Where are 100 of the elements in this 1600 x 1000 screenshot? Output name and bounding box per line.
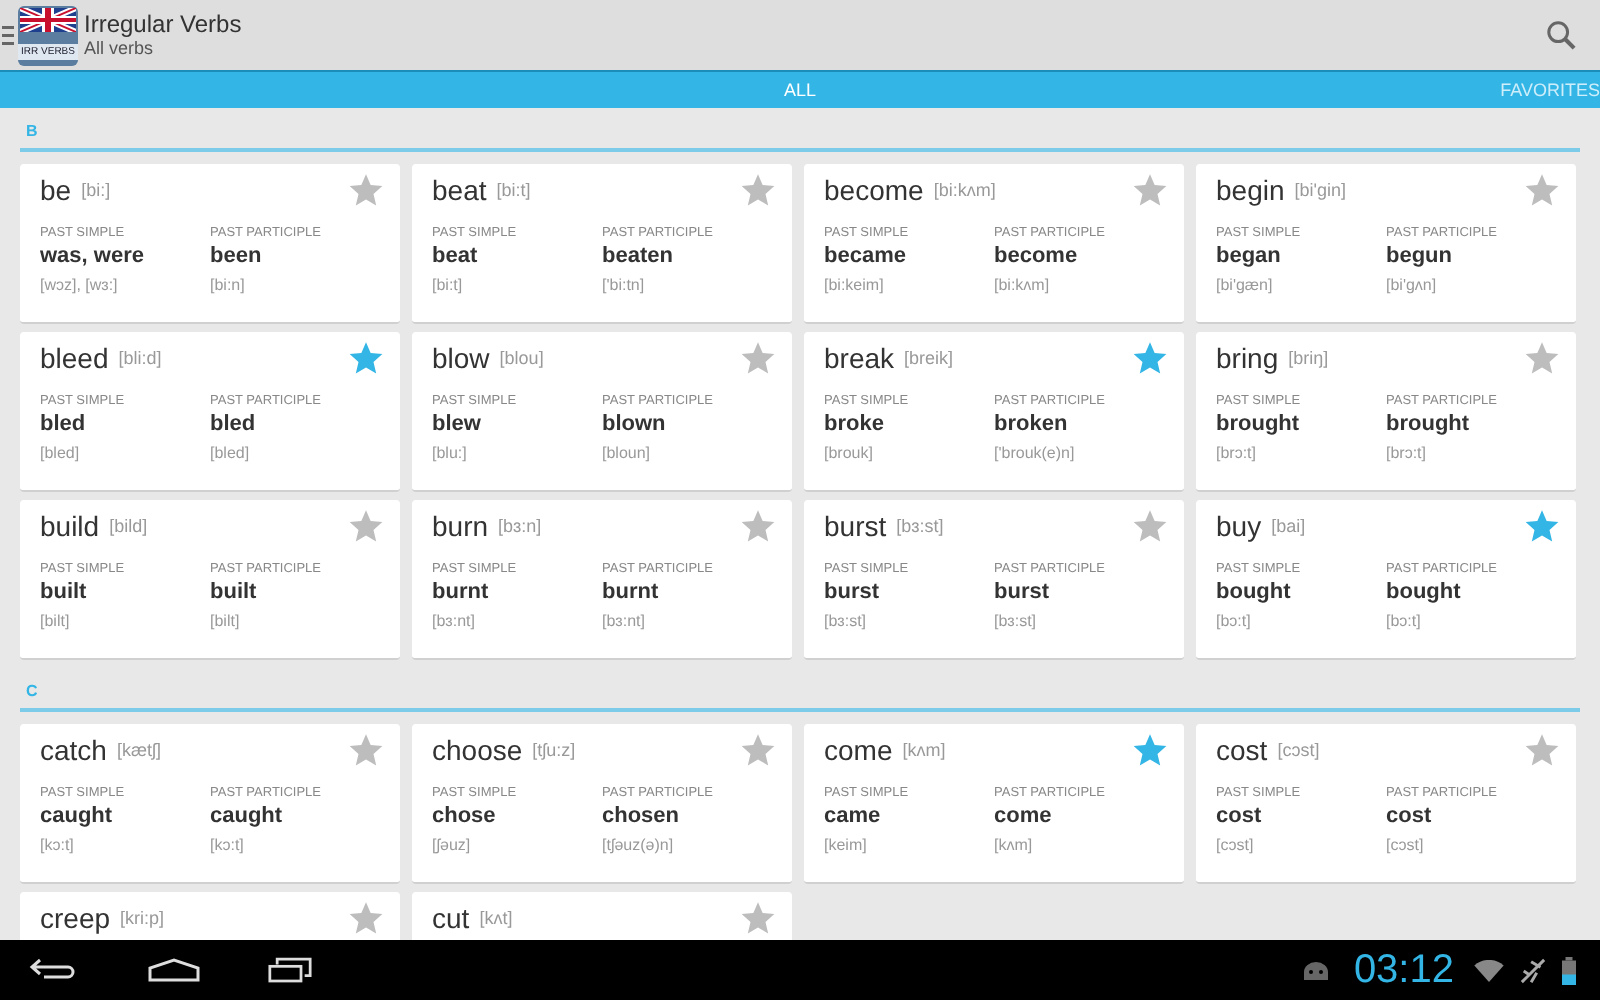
past-simple: burnt bbox=[432, 578, 491, 608]
past-participle: brought bbox=[1386, 410, 1472, 440]
verb-card[interactable]: creep [kri:p] bbox=[20, 892, 400, 940]
verb-phonetic: [bi:kʌm] bbox=[933, 180, 996, 200]
verb-word: choose bbox=[432, 734, 523, 766]
past-participle-phonetic: [bi:n] bbox=[210, 274, 247, 298]
past-participle-phonetic: [bilt] bbox=[210, 610, 242, 634]
star-icon[interactable] bbox=[1524, 172, 1560, 208]
past-participle-phonetic: [cɔst] bbox=[1386, 834, 1426, 858]
verb-phonetic: [bai] bbox=[1271, 516, 1306, 536]
verb-phonetic: [bɜ:n] bbox=[498, 516, 542, 536]
search-icon[interactable] bbox=[1546, 20, 1576, 50]
star-icon[interactable] bbox=[348, 508, 384, 544]
past-participle-phonetic: [bi'gʌn] bbox=[1386, 274, 1439, 298]
star-icon[interactable] bbox=[740, 900, 776, 936]
verb-word: cost bbox=[1216, 734, 1268, 766]
verb-word: catch bbox=[40, 734, 107, 766]
past-participle: chosen bbox=[602, 802, 682, 832]
verb-word: become bbox=[824, 174, 924, 206]
past-participle-phonetic: [bɔ:t] bbox=[1386, 610, 1423, 634]
past-participle: cost bbox=[1386, 802, 1434, 832]
recent-apps-icon[interactable] bbox=[268, 956, 312, 984]
star-icon[interactable] bbox=[348, 340, 384, 376]
verb-word: blow bbox=[432, 342, 490, 374]
back-icon[interactable] bbox=[28, 958, 76, 982]
verb-phonetic: [kʌt] bbox=[479, 908, 513, 928]
verb-card[interactable]: cut [kʌt] bbox=[412, 892, 792, 940]
verb-word: be bbox=[40, 174, 72, 206]
past-participle-phonetic: [bi:kʌm] bbox=[994, 274, 1052, 298]
past-participle-phonetic: [bled] bbox=[210, 442, 252, 466]
past-participle-phonetic: ['bi:tn] bbox=[602, 274, 647, 298]
past-simple-phonetic: [cɔst] bbox=[1216, 834, 1256, 858]
verb-word: break bbox=[824, 342, 895, 374]
verb-phonetic: [breik] bbox=[904, 348, 954, 368]
past-simple-phonetic: [bi:t] bbox=[432, 274, 465, 298]
past-simple: bought bbox=[1216, 578, 1293, 608]
menu-icon[interactable] bbox=[2, 25, 14, 45]
wifi-icon bbox=[1474, 959, 1504, 981]
verb-word: begin bbox=[1216, 174, 1285, 206]
star-icon[interactable] bbox=[740, 732, 776, 768]
past-simple-phonetic: [bi:keim] bbox=[824, 274, 886, 298]
verb-word: bring bbox=[1216, 342, 1279, 374]
past-simple-phonetic: [bilt] bbox=[40, 610, 72, 634]
past-participle-phonetic: [bɜ:nt] bbox=[602, 610, 647, 634]
star-icon[interactable] bbox=[1132, 508, 1168, 544]
past-participle-phonetic: [kʌm] bbox=[994, 834, 1035, 858]
star-icon[interactable] bbox=[1524, 340, 1560, 376]
past-simple-phonetic: [blu:] bbox=[432, 442, 469, 466]
past-participle-phonetic: [tʃəuz(ə)n] bbox=[602, 834, 676, 858]
past-simple-phonetic: [bled] bbox=[40, 442, 82, 466]
past-simple-phonetic: [ʃəuz] bbox=[432, 834, 473, 858]
past-simple: broke bbox=[824, 410, 886, 440]
star-icon[interactable] bbox=[348, 172, 384, 208]
past-simple: became bbox=[824, 242, 908, 272]
star-icon[interactable] bbox=[1524, 732, 1560, 768]
app-subtitle: All verbs bbox=[84, 38, 156, 60]
past-participle: been bbox=[210, 242, 264, 272]
past-participle: caught bbox=[210, 802, 285, 832]
star-icon[interactable] bbox=[348, 900, 384, 936]
past-simple-phonetic: [bɜ:nt] bbox=[432, 610, 477, 634]
past-participle-phonetic: [bloun] bbox=[602, 442, 653, 466]
verb-phonetic: [bi'gin] bbox=[1294, 180, 1346, 200]
past-simple: burst bbox=[824, 578, 881, 608]
battery-icon bbox=[1562, 955, 1576, 985]
star-icon[interactable] bbox=[1524, 508, 1560, 544]
verb-word: build bbox=[40, 510, 100, 542]
past-simple: chose bbox=[432, 802, 498, 832]
past-participle: built bbox=[210, 578, 259, 608]
past-simple-phonetic: [brouk] bbox=[824, 442, 875, 466]
verb-word: come bbox=[824, 734, 893, 766]
past-simple: bled bbox=[40, 410, 88, 440]
verb-phonetic: [bɜ:st] bbox=[896, 516, 944, 536]
past-participle: bled bbox=[210, 410, 258, 440]
past-participle: burst bbox=[994, 578, 1051, 608]
verb-word: cut bbox=[432, 902, 470, 934]
verb-phonetic: [kʌm] bbox=[902, 740, 946, 760]
past-participle: beaten bbox=[602, 242, 675, 272]
past-participle: begun bbox=[1386, 242, 1454, 272]
star-icon[interactable] bbox=[740, 172, 776, 208]
past-participle: blown bbox=[602, 410, 668, 440]
past-participle: come bbox=[994, 802, 1054, 832]
past-simple: came bbox=[824, 802, 883, 832]
past-simple: beat bbox=[432, 242, 480, 272]
verb-phonetic: [kætʃ] bbox=[116, 740, 161, 760]
past-simple: built bbox=[40, 578, 89, 608]
star-icon[interactable] bbox=[1132, 732, 1168, 768]
past-simple: brought bbox=[1216, 410, 1302, 440]
verb-phonetic: [blou] bbox=[499, 348, 544, 368]
home-icon[interactable] bbox=[148, 958, 200, 982]
verb-phonetic: [briŋ] bbox=[1288, 348, 1329, 368]
star-icon[interactable] bbox=[1132, 172, 1168, 208]
verb-phonetic: [bli:d] bbox=[118, 348, 162, 368]
app-title: Irregular Verbs bbox=[84, 10, 244, 38]
past-simple-phonetic: [wɔz], [wɜ:] bbox=[40, 274, 120, 298]
star-icon[interactable] bbox=[348, 732, 384, 768]
past-participle: broken bbox=[994, 410, 1070, 440]
star-icon[interactable] bbox=[1132, 340, 1168, 376]
star-icon[interactable] bbox=[740, 340, 776, 376]
star-icon[interactable] bbox=[740, 508, 776, 544]
past-simple-phonetic: [bi'gæn] bbox=[1216, 274, 1275, 298]
